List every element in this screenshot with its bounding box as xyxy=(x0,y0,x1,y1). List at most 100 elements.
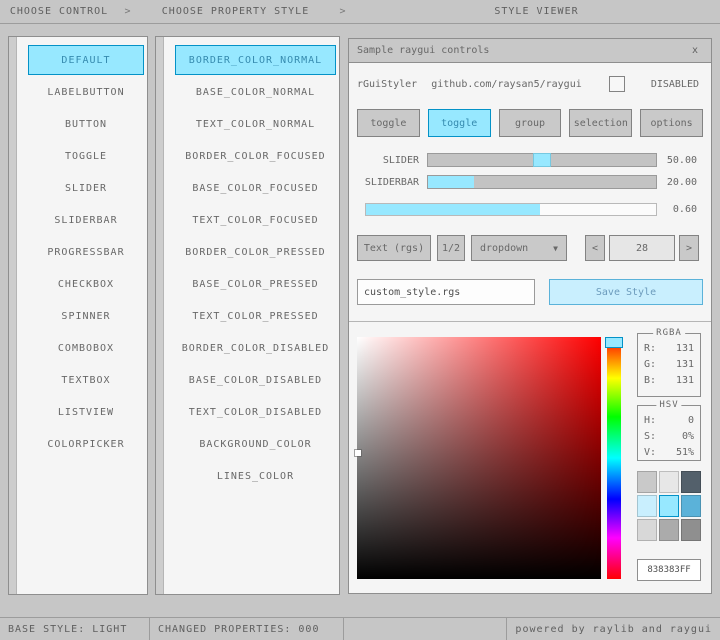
s-value: 0% xyxy=(682,429,694,445)
sliderbar-fill xyxy=(428,176,474,188)
changed-properties-text: CHANGED PROPERTIES: 000 xyxy=(158,624,319,635)
list-item-text-color-normal[interactable]: TEXT_COLOR_NORMAL xyxy=(175,109,336,139)
list-item-base-color-pressed[interactable]: BASE_COLOR_PRESSED xyxy=(175,269,336,299)
style-viewer-window: Sample raygui controls x rGuiStyler gith… xyxy=(348,38,712,594)
list-item-slider[interactable]: SLIDER xyxy=(28,173,144,203)
rgba-row-b: B: 131 xyxy=(638,373,700,389)
spinner-value[interactable]: 28 xyxy=(609,235,675,261)
swatch-0[interactable] xyxy=(637,471,657,493)
list-item-progressbar[interactable]: PROGRESSBAR xyxy=(28,237,144,267)
r-label: R: xyxy=(644,341,656,357)
swatch-1[interactable] xyxy=(659,471,679,493)
rgba-row-g: G: 131 xyxy=(638,357,700,373)
slider-row: SLIDER 50.00 xyxy=(357,153,703,167)
window-titlebar[interactable]: Sample raygui controls x xyxy=(349,39,711,63)
slider-label: SLIDER xyxy=(357,155,419,166)
controls-list: DEFAULT LABELBUTTON BUTTON TOGGLE SLIDER… xyxy=(18,37,147,461)
color-picker-gradient[interactable] xyxy=(357,337,601,579)
swatch-4-selected[interactable] xyxy=(659,495,679,517)
save-style-button[interactable]: Save Style xyxy=(549,279,703,305)
swatch-6[interactable] xyxy=(637,519,657,541)
breadcrumb-step-style-viewer: STYLE VIEWER xyxy=(353,6,720,17)
chevron-right-icon: > xyxy=(118,6,138,17)
b-label: B: xyxy=(644,373,656,389)
dropdown[interactable]: dropdown ▼ xyxy=(471,235,567,261)
hsv-row-h: H: 0 xyxy=(638,413,700,429)
list-item-textbox[interactable]: TEXTBOX xyxy=(28,365,144,395)
close-icon[interactable]: x xyxy=(687,45,703,56)
hue-bar[interactable] xyxy=(607,337,621,579)
list-item-spinner[interactable]: SPINNER xyxy=(28,301,144,331)
list-item-border-color-focused[interactable]: BORDER_COLOR_FOCUSED xyxy=(175,141,336,171)
toggle-option-options[interactable]: options xyxy=(640,109,703,137)
hsv-title: HSV xyxy=(656,400,681,410)
list-item-button[interactable]: BUTTON xyxy=(28,109,144,139)
misc-controls-row: Text (rgs) 1/2 dropdown ▼ < 28 > xyxy=(357,235,703,261)
slider-handle[interactable] xyxy=(533,153,551,167)
list-item-base-color-normal[interactable]: BASE_COLOR_NORMAL xyxy=(175,77,336,107)
list-item-border-color-pressed[interactable]: BORDER_COLOR_PRESSED xyxy=(175,237,336,267)
hue-handle[interactable] xyxy=(605,337,623,348)
toggle-option-group[interactable]: group xyxy=(499,109,562,137)
style-filename-input[interactable] xyxy=(357,279,535,305)
list-item-border-color-disabled[interactable]: BORDER_COLOR_DISABLED xyxy=(175,333,336,363)
style-color-swatches xyxy=(637,471,701,541)
list-item-base-color-disabled[interactable]: BASE_COLOR_DISABLED xyxy=(175,365,336,395)
g-label: G: xyxy=(644,357,656,373)
swatch-2[interactable] xyxy=(681,471,701,493)
swatch-3[interactable] xyxy=(637,495,657,517)
list-item-lines-color[interactable]: LINES_COLOR xyxy=(175,461,336,491)
text-rgs-button[interactable]: Text (rgs) xyxy=(357,235,431,261)
list-item-border-color-normal[interactable]: BORDER_COLOR_NORMAL xyxy=(175,45,336,75)
rguistyler-app: CHOOSE CONTROL > CHOOSE PROPERTY STYLE >… xyxy=(0,0,720,640)
list-item-sliderbar[interactable]: SLIDERBAR xyxy=(28,205,144,235)
sliderbar[interactable] xyxy=(427,175,657,189)
brand-label: rGuiStyler xyxy=(357,79,417,90)
progressbar-value: 0.60 xyxy=(673,204,697,215)
hsv-row-s: S: 0% xyxy=(638,429,700,445)
toggle-option-selection[interactable]: selection xyxy=(569,109,632,137)
dropdown-arrow-icon: ▼ xyxy=(553,244,558,253)
r-value: 131 xyxy=(676,341,694,357)
breadcrumb-step-choose-control: CHOOSE CONTROL xyxy=(0,6,118,17)
progressbar-fill xyxy=(366,204,540,215)
swatch-5[interactable] xyxy=(681,495,701,517)
list-item-text-color-disabled[interactable]: TEXT_COLOR_DISABLED xyxy=(175,397,336,427)
swatch-7[interactable] xyxy=(659,519,679,541)
list-item-colorpicker[interactable]: COLORPICKER xyxy=(28,429,144,459)
list-item-text-color-pressed[interactable]: TEXT_COLOR_PRESSED xyxy=(175,301,336,331)
progressbar xyxy=(365,203,657,216)
list-item-listview[interactable]: LISTVIEW xyxy=(28,397,144,427)
properties-list-scrollbar[interactable] xyxy=(156,37,164,594)
controls-list-panel: DEFAULT LABELBUTTON BUTTON TOGGLE SLIDER… xyxy=(8,36,148,595)
list-item-default[interactable]: DEFAULT xyxy=(28,45,144,75)
hex-color-value[interactable]: 838383FF xyxy=(637,559,701,581)
list-item-combobox[interactable]: COMBOBOX xyxy=(28,333,144,363)
list-item-base-color-focused[interactable]: BASE_COLOR_FOCUSED xyxy=(175,173,336,203)
spinner-increment-button[interactable]: > xyxy=(679,235,699,261)
list-item-text-color-focused[interactable]: TEXT_COLOR_FOCUSED xyxy=(175,205,336,235)
toggle-option-0[interactable]: toggle xyxy=(357,109,420,137)
list-item-labelbutton[interactable]: LABELBUTTON xyxy=(28,77,144,107)
swatch-8[interactable] xyxy=(681,519,701,541)
divider xyxy=(349,321,711,322)
v-label: V: xyxy=(644,445,656,461)
s-label: S: xyxy=(644,429,656,445)
slider[interactable] xyxy=(427,153,657,167)
spinner-decrement-button[interactable]: < xyxy=(585,235,605,261)
list-item-toggle[interactable]: TOGGLE xyxy=(28,141,144,171)
breadcrumb: CHOOSE CONTROL > CHOOSE PROPERTY STYLE >… xyxy=(0,0,720,24)
slider-value: 50.00 xyxy=(667,155,697,166)
controls-list-scrollbar[interactable] xyxy=(9,37,17,594)
disabled-checkbox[interactable] xyxy=(609,76,625,92)
repo-link[interactable]: github.com/raysan5/raygui xyxy=(431,79,582,90)
list-item-background-color[interactable]: BACKGROUND_COLOR xyxy=(175,429,336,459)
toggle-option-1-active[interactable]: toggle xyxy=(428,109,491,137)
statusbar: BASE STYLE: LIGHT CHANGED PROPERTIES: 00… xyxy=(0,617,720,640)
breadcrumb-step-choose-property-style: CHOOSE PROPERTY STYLE xyxy=(138,6,333,17)
list-item-checkbox[interactable]: CHECKBOX xyxy=(28,269,144,299)
half-button[interactable]: 1/2 xyxy=(437,235,465,261)
v-value: 51% xyxy=(676,445,694,461)
color-picker-cursor[interactable] xyxy=(355,450,361,456)
dropdown-selected-value: dropdown xyxy=(480,243,528,254)
